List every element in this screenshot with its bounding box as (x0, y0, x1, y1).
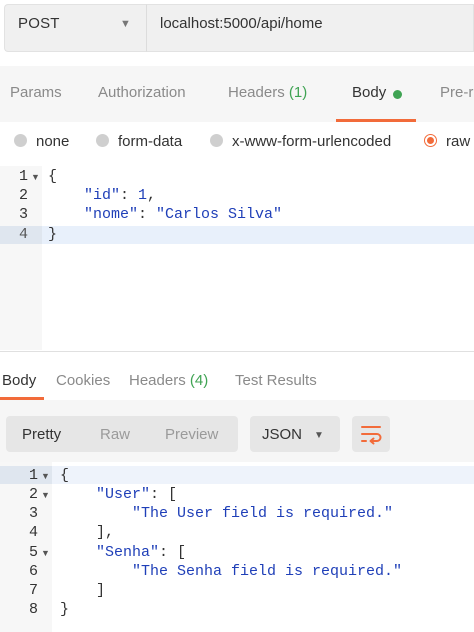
view-raw-button[interactable]: Raw (100, 426, 130, 443)
chevron-down-icon[interactable]: ▼ (314, 430, 324, 441)
code-line: { (48, 168, 58, 185)
resp-tab-body[interactable]: Body (2, 372, 36, 389)
fold-toggle-icon[interactable]: ▼ (41, 490, 50, 500)
code-line: } (60, 601, 70, 618)
line-number: 1 (18, 168, 28, 185)
view-preview-button[interactable]: Preview (165, 426, 218, 443)
json-key: "nome" (84, 206, 139, 223)
code-line: "User": [ (96, 486, 177, 503)
headers-count: (1) (288, 84, 308, 101)
code-line: "nome": "Carlos Silva" (84, 206, 282, 223)
active-line-highlight (0, 466, 474, 484)
radio-raw-label[interactable]: raw (446, 133, 470, 150)
line-number: 8 (28, 601, 38, 618)
tab-body[interactable]: Body (352, 84, 386, 101)
code-line: ] (96, 582, 106, 599)
tab-headers[interactable]: Headers (1) (228, 84, 307, 101)
wrap-lines-button[interactable] (352, 416, 390, 452)
line-number: 1 (28, 467, 38, 484)
radio-raw[interactable] (424, 134, 437, 147)
active-line-highlight (0, 226, 474, 244)
line-number: 6 (28, 563, 38, 580)
code-line: ], (96, 524, 115, 541)
code-line: } (48, 226, 58, 243)
radio-none[interactable] (14, 134, 27, 147)
fold-toggle-icon[interactable]: ▼ (41, 548, 50, 558)
line-number: 3 (18, 206, 28, 223)
line-number: 3 (28, 505, 38, 522)
code-line: { (60, 467, 70, 484)
line-number: 4 (28, 524, 38, 541)
resp-tab-headers-label: Headers (129, 372, 186, 389)
json-sep: : (120, 187, 139, 204)
json-value: 1 (138, 187, 148, 204)
tab-pre-request[interactable]: Pre-r (440, 84, 473, 101)
response-body-viewer[interactable] (0, 462, 474, 632)
json-value: "The Senha field is required." (132, 563, 403, 580)
json-sep: , (147, 187, 157, 204)
code-line: "id": 1, (84, 187, 156, 204)
wrap-lines-icon (361, 426, 382, 445)
format-label: JSON (262, 426, 303, 443)
line-number: 4 (18, 226, 28, 243)
json-key: "User" (96, 486, 151, 503)
line-number: 5 (28, 544, 38, 561)
resp-headers-count: (4) (189, 372, 209, 389)
json-key: "Senha" (96, 544, 160, 561)
request-body-editor[interactable] (0, 166, 474, 350)
line-number: 7 (28, 582, 38, 599)
line-number: 2 (18, 187, 28, 204)
radio-form-data[interactable] (96, 134, 109, 147)
tab-authorization[interactable]: Authorization (98, 84, 186, 101)
tab-params[interactable]: Params (10, 84, 62, 101)
method-label: POST (18, 15, 60, 32)
json-value: "Carlos Silva" (156, 206, 283, 223)
radio-urlencoded[interactable] (210, 134, 223, 147)
json-sep: : [ (150, 486, 178, 503)
view-pretty-button[interactable]: Pretty (22, 426, 61, 443)
radio-urlencoded-label[interactable]: x-www-form-urlencoded (232, 133, 391, 150)
tab-headers-label: Headers (228, 84, 285, 101)
resp-tab-cookies[interactable]: Cookies (56, 372, 110, 389)
body-indicator-dot (393, 90, 402, 99)
json-sep: : (138, 206, 157, 223)
line-number: 2 (28, 486, 38, 503)
json-key: "id" (84, 187, 121, 204)
json-value: "The User field is required." (132, 505, 394, 522)
resp-tab-test-results[interactable]: Test Results (235, 372, 317, 389)
fold-toggle-icon[interactable]: ▼ (31, 172, 40, 182)
code-line: "Senha": [ (96, 544, 186, 561)
radio-form-data-label[interactable]: form-data (118, 133, 182, 150)
fold-toggle-icon[interactable]: ▼ (41, 471, 50, 481)
json-sep: : [ (159, 544, 187, 561)
resp-tab-headers[interactable]: Headers (4) (129, 372, 208, 389)
chevron-down-icon[interactable]: ▼ (120, 18, 131, 30)
url-value[interactable]: localhost:5000/api/home (160, 15, 323, 32)
radio-none-label[interactable]: none (36, 133, 69, 150)
